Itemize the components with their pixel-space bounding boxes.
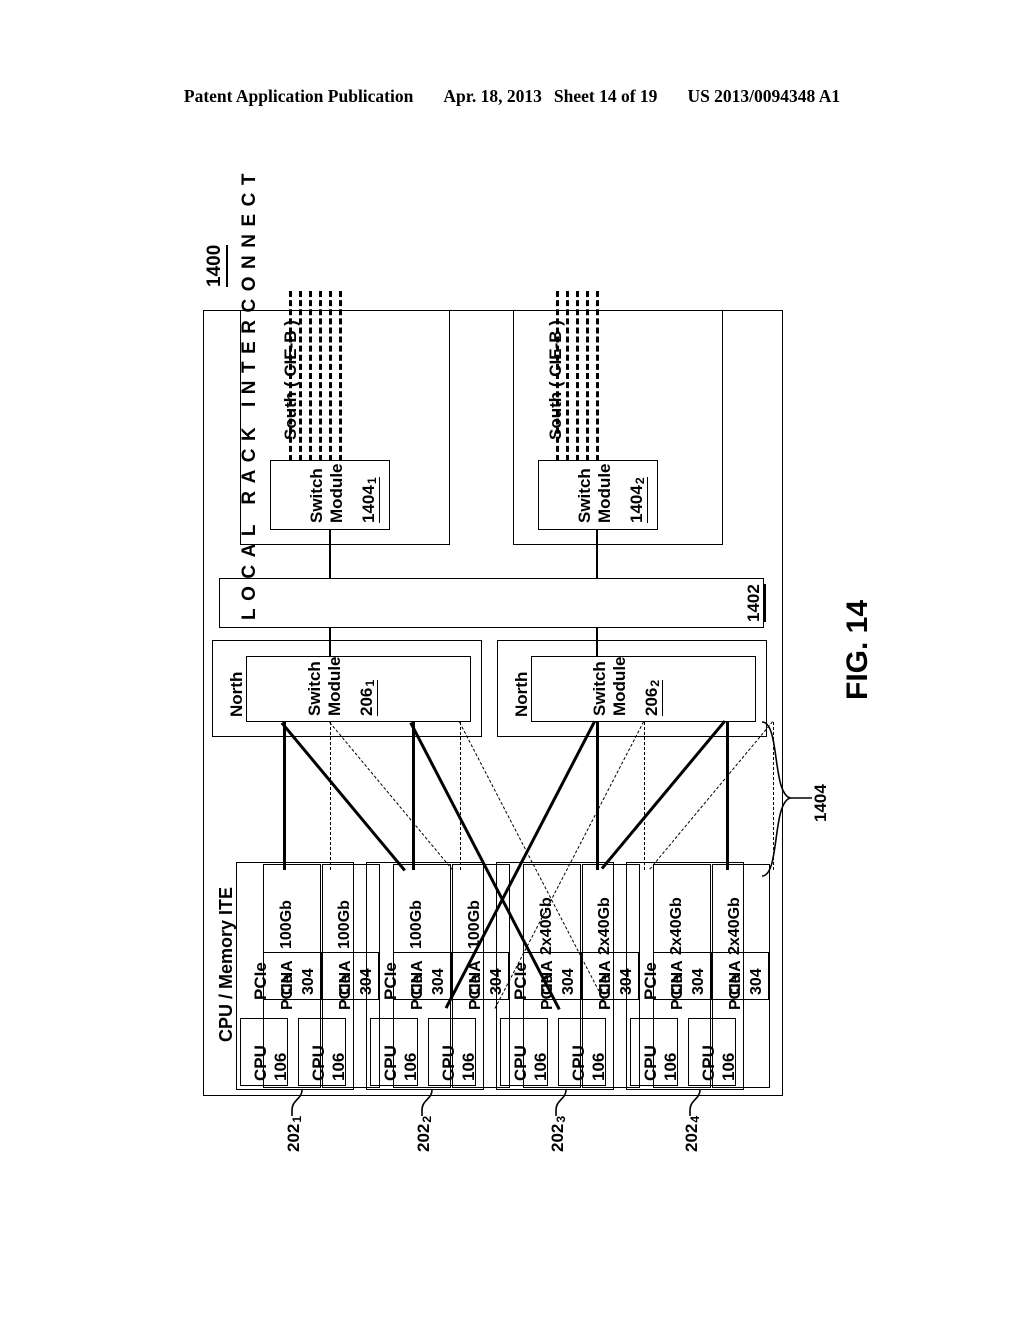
- port-rate-4-1: 2x40Gb: [668, 897, 685, 955]
- cna-ref-3-1: 304: [560, 968, 577, 995]
- south-cable-2-3: [576, 291, 579, 461]
- ite-group-1-ref: 2021: [284, 1115, 305, 1152]
- local-rack-interconnect-ref: 1402: [744, 584, 766, 622]
- north-direction-label-2: North: [512, 671, 531, 717]
- cna-ref-1-1: 304: [300, 968, 317, 995]
- link-vertical-dashed-3: [644, 722, 645, 870]
- port-rate-1-2: 100Gb: [336, 900, 353, 949]
- north-switch-title-line2-2: Module: [610, 656, 629, 717]
- south-switch-ref-2: 14042: [627, 477, 648, 523]
- south-switch-title-line2-2: Module: [595, 463, 614, 524]
- ite-group-3-leader: [555, 1089, 567, 1116]
- south-cable-2-5: [596, 291, 599, 461]
- cna-ref-2-1: 304: [430, 968, 447, 995]
- north-switch-1-stem: [329, 628, 331, 657]
- system-reference-1400: 1400: [204, 244, 228, 287]
- link-vertical-3: [596, 722, 600, 870]
- south-cable-2-4: [586, 291, 589, 461]
- link-vertical-dashed-1: [330, 722, 331, 870]
- cpu-ref-2-2: 106: [459, 1052, 478, 1081]
- south-cable-1-5: [329, 291, 332, 461]
- ite-group-2-leader: [421, 1089, 433, 1116]
- cpu-label-1-1: CPU: [251, 1045, 270, 1081]
- port-rate-2-2: 100Gb: [466, 900, 483, 949]
- pcie-label-4-1: PCIe: [669, 974, 686, 1010]
- ite-group-2-ref: 2022: [414, 1115, 435, 1152]
- cna-ref-4-1: 304: [690, 968, 707, 995]
- port-rate-4-2: 2x40Gb: [726, 897, 743, 955]
- figure-14: FIG. 14 1400 South ( CIE-B ) Switch Modu…: [0, 0, 1024, 1320]
- pcie-label-4-2: PCIe: [727, 974, 744, 1010]
- pcie-label-1-2: PCIe: [337, 974, 354, 1010]
- north-direction-label-1: North: [227, 671, 246, 717]
- south-switch-title-line1-1: Switch: [307, 468, 326, 523]
- cpu-label-3-2: CPU: [569, 1045, 588, 1081]
- cpu-ref-1-2: 106: [329, 1052, 348, 1081]
- ite-group-3-ref: 2023: [548, 1115, 569, 1152]
- pcie-label-3-1: PCIe: [539, 974, 556, 1010]
- north-switch-2-stem: [596, 628, 598, 657]
- south-switch-2-stem: [596, 530, 598, 578]
- south-switch-title-line1-2: Switch: [575, 468, 594, 523]
- cpu-label-4-1: CPU: [641, 1045, 660, 1081]
- link-vertical-4: [726, 722, 730, 870]
- port-rate-3-2: 2x40Gb: [596, 897, 613, 955]
- local-rack-interconnect-label: LOCAL RACK INTERCONNECT: [239, 166, 260, 620]
- link-vertical-dashed-2: [460, 722, 461, 870]
- link-vertical-1: [283, 722, 287, 870]
- cpu-ref-3-1: 106: [531, 1052, 550, 1081]
- south-cable-1-6: [339, 291, 342, 461]
- cpu-ref-3-2: 106: [589, 1052, 608, 1081]
- cpu-ref-4-2: 106: [719, 1052, 738, 1081]
- port-rate-3-1: 2x40Gb: [538, 897, 555, 955]
- pcie-label-1-1: PCIe: [279, 974, 296, 1010]
- cpu-label-2-2: CPU: [439, 1045, 458, 1081]
- ite-group-1-leader: [291, 1089, 303, 1116]
- south-switch-1-stem: [329, 530, 331, 578]
- south-switch-ref-1: 14041: [359, 477, 380, 523]
- north-switch-title-line2-1: Module: [325, 656, 344, 717]
- north-switch-title-line1-1: Switch: [305, 661, 324, 716]
- south-switch-title-line2-1: Module: [327, 463, 346, 524]
- ite-group-4-leader: [689, 1089, 701, 1116]
- port-rate-1-1: 100Gb: [278, 900, 295, 949]
- link-group-ref-1404: 1404: [811, 784, 830, 822]
- south-cable-1-3: [309, 291, 312, 461]
- cpu-label-3-1: CPU: [511, 1045, 530, 1081]
- ite-group-4-ref: 2024: [682, 1115, 703, 1152]
- local-rack-interconnect: [219, 578, 764, 628]
- pcie-label-2-2: PCIe: [467, 974, 484, 1010]
- cpu-label-4-2: CPU: [699, 1045, 718, 1081]
- cpu-ref-4-1: 106: [661, 1052, 680, 1081]
- north-switch-ref-2: 2062: [642, 679, 663, 716]
- cpu-ref-1-1: 106: [271, 1052, 290, 1081]
- cpu-ref-2-1: 106: [401, 1052, 420, 1081]
- ite-section-label: CPU / Memory ITE: [216, 886, 236, 1042]
- south-cable-1-4: [319, 291, 322, 461]
- north-switch-ref-1: 2061: [357, 679, 378, 716]
- cpu-label-1-2: CPU: [309, 1045, 328, 1081]
- cpu-label-2-1: CPU: [381, 1045, 400, 1081]
- north-switch-title-line1-2: Switch: [590, 661, 609, 716]
- pcie-label-3-2: PCIe: [597, 974, 614, 1010]
- south-direction-label-1: South ( CIE-B ): [281, 320, 300, 440]
- south-direction-label-2: South ( CIE-B ): [546, 320, 565, 440]
- cna-ref-4-2: 304: [748, 968, 765, 995]
- link-vertical-2: [412, 722, 416, 870]
- port-rate-2-1: 100Gb: [408, 900, 425, 949]
- south-cable-2-2: [566, 291, 569, 461]
- figure-label: FIG. 14: [841, 599, 874, 700]
- pcie-label-2-1: PCIe: [409, 974, 426, 1010]
